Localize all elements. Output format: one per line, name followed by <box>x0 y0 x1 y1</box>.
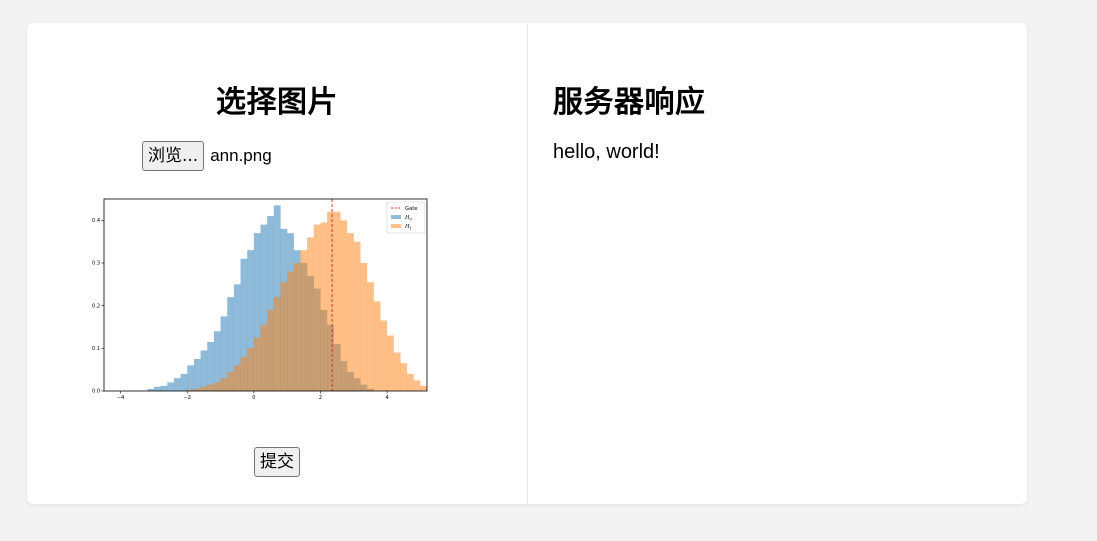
histogram-bar-h1 <box>387 335 394 391</box>
legend-gate-label: Gate <box>405 206 417 212</box>
histogram-bar-h1 <box>253 337 261 391</box>
histogram-bar-h1 <box>267 309 274 391</box>
histogram-bar-h1 <box>220 378 228 391</box>
y-tick-label: 0.0 <box>92 389 100 395</box>
histogram-bar-h1 <box>407 373 414 391</box>
file-input[interactable]: 浏览... ann.png <box>142 141 272 171</box>
upload-panel: 选择图片 浏览... ann.png −4 −2 0 2 4 0.0 0.1 0.2 0.3 0… <box>27 23 528 504</box>
histogram-bar-h0 <box>160 385 168 391</box>
histogram-chart: −4 −2 0 2 4 0.0 0.1 0.2 0.3 0.4 Gate H0 H1 <box>87 196 437 406</box>
histogram-bar-h0 <box>200 350 208 391</box>
histogram-bar-h1 <box>420 385 428 391</box>
x-tick-label: −4 <box>117 395 124 401</box>
histogram-bar-h1 <box>293 263 301 391</box>
legend-h1-label: H1 <box>404 224 412 231</box>
histogram-bar-h0 <box>167 382 175 391</box>
histogram-bar-h1 <box>260 324 268 391</box>
histogram-bar-h1 <box>313 224 321 391</box>
legend-h0-label: H0 <box>404 215 413 222</box>
main-card: 选择图片 浏览... ann.png −4 −2 0 2 4 0.0 0.1 0.2 0.3 0… <box>27 23 1027 504</box>
histogram-bar-h1 <box>340 220 348 391</box>
histogram-bar-h1 <box>300 250 308 391</box>
histogram-bar-h1 <box>320 222 328 391</box>
histogram-bar-h1 <box>367 282 374 391</box>
histogram-bar-h1 <box>393 352 401 391</box>
y-tick-label: 0.1 <box>92 346 100 352</box>
histogram-bar-h0 <box>187 365 195 391</box>
browse-button[interactable]: 浏览... <box>142 141 205 171</box>
x-tick-label: 4 <box>385 395 388 401</box>
image-preview: −4 −2 0 2 4 0.0 0.1 0.2 0.3 0.4 Gate H0 H1 <box>87 196 437 406</box>
histogram-bar-h1 <box>347 233 354 391</box>
histogram-bar-h1 <box>247 348 254 391</box>
histogram-bar-h1 <box>280 282 288 391</box>
histogram-bar-h1 <box>307 237 314 391</box>
x-tick-label: −2 <box>184 395 191 401</box>
histogram-bar-h1 <box>227 371 235 391</box>
histogram-bar-h1 <box>213 382 221 391</box>
file-name: ann.png <box>210 146 272 165</box>
histogram-bar-h0 <box>173 378 181 391</box>
histogram-bar-h1 <box>200 386 208 391</box>
histogram-bar-h0 <box>213 331 221 391</box>
histogram-bar-h1 <box>287 271 294 391</box>
x-tick-label: 0 <box>252 395 255 401</box>
response-text: hello, world! <box>553 141 660 163</box>
histogram-bar-h1 <box>240 356 248 391</box>
y-tick-label: 0.2 <box>92 303 100 309</box>
histogram-bar-h1 <box>273 297 281 391</box>
y-tick-label: 0.3 <box>92 261 100 267</box>
y-tick-label: 0.4 <box>92 218 100 224</box>
histogram-bar-h1 <box>207 384 215 391</box>
histogram-bar-h1 <box>400 363 408 391</box>
histogram-bar-h0 <box>153 386 161 391</box>
histogram-bar-h1 <box>233 365 241 391</box>
histogram-bar-h1 <box>380 320 388 391</box>
response-title: 服务器响应 <box>553 85 706 120</box>
upload-title: 选择图片 <box>216 85 338 120</box>
x-tick-label: 2 <box>319 395 322 401</box>
histogram-bar-h0 <box>193 359 201 391</box>
response-panel: 服务器响应 hello, world! <box>528 23 1027 504</box>
histogram-bar-h1 <box>333 211 341 391</box>
histogram-bar-h1 <box>327 211 334 391</box>
legend-h1-swatch <box>391 224 401 228</box>
histogram-bar-h1 <box>360 263 368 391</box>
histogram-bar-h1 <box>413 380 421 391</box>
legend-h0-swatch <box>391 215 401 219</box>
histogram-bar-h1 <box>353 241 361 391</box>
histogram-bar-h0 <box>180 373 188 391</box>
histogram-bar-h0 <box>207 341 215 391</box>
histogram-bar-h1 <box>373 301 381 391</box>
submit-button[interactable]: 提交 <box>254 447 300 477</box>
legend: Gate H0 H1 <box>386 201 426 234</box>
